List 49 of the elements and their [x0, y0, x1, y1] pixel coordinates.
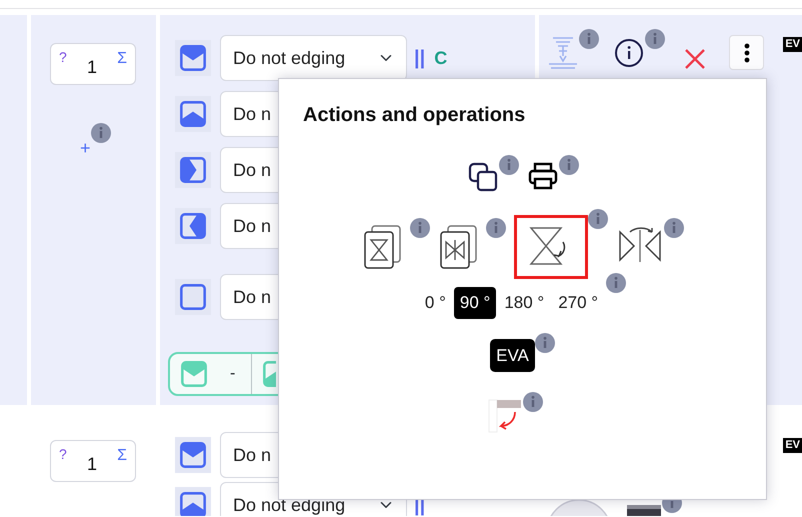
corner-arrow-icon [486, 398, 522, 434]
add-button[interactable]: + [80, 135, 91, 162]
angle-option[interactable]: 90 ° [454, 287, 496, 318]
help-mark: ? [59, 445, 67, 464]
quantity-field[interactable]: ? 1 Σ [50, 43, 136, 85]
edge-icon [179, 441, 207, 469]
sum-mark[interactable]: Σ [117, 444, 127, 468]
quantity-value: 1 [86, 56, 97, 78]
info-icon [410, 218, 430, 238]
info-icon [498, 155, 518, 175]
kebab-icon [744, 42, 750, 62]
info-icon [534, 332, 555, 352]
edge-icon [180, 360, 208, 388]
info-icon [486, 218, 506, 238]
material-badge: EV [783, 37, 802, 52]
popover-title: Actions and operations [303, 103, 526, 127]
edge-icon [179, 491, 207, 516]
edge-icon [262, 360, 276, 388]
angle-option[interactable]: 180 ° [498, 287, 550, 318]
material-badge: EV [783, 438, 802, 453]
summary-value: - [230, 364, 236, 384]
info-icon [664, 218, 684, 238]
copy-button[interactable] [466, 161, 498, 193]
angle-option[interactable]: 0 ° [418, 287, 452, 318]
more-button[interactable] [729, 35, 764, 70]
dark-bar-icon [626, 505, 662, 516]
material-button[interactable]: EVA [490, 338, 535, 372]
sum-mark[interactable]: Σ [117, 47, 127, 71]
edging-select[interactable]: Do not edging [220, 35, 407, 81]
info-icon [90, 123, 111, 143]
info-icon [645, 29, 665, 49]
edge-icon [179, 100, 207, 128]
close-icon[interactable] [683, 47, 707, 71]
info-icon [606, 273, 626, 293]
transform-button[interactable] [514, 215, 588, 279]
double-bar-mark[interactable]: || [414, 43, 426, 73]
edge-icon [179, 44, 207, 72]
info-icon [558, 155, 578, 175]
edge-icon [179, 156, 207, 184]
edge-icon [179, 212, 207, 240]
quantity-field[interactable]: ? 1 Σ [50, 440, 136, 482]
quantity-value: 1 [86, 452, 97, 476]
help-mark: ? [59, 48, 67, 67]
angle-option[interactable]: 270 ° [552, 287, 604, 318]
copy-icon [466, 161, 498, 193]
edge-icon [179, 283, 207, 311]
info-icon [522, 392, 542, 412]
info-icon [579, 29, 599, 49]
info-icon [588, 209, 608, 229]
